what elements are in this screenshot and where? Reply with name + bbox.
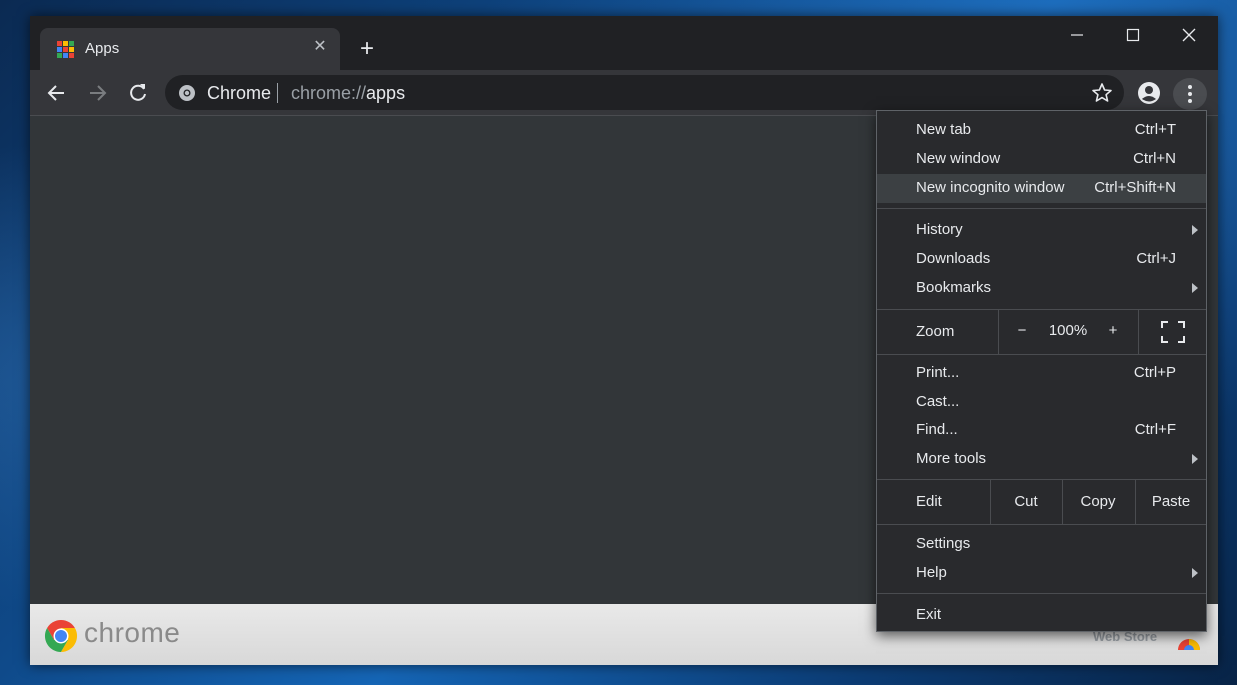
close-icon [1182, 28, 1196, 42]
edit-label: Edit [916, 493, 942, 510]
cut-button[interactable]: Cut [990, 493, 1062, 510]
toolbar: Chrome chrome://apps [30, 70, 1218, 115]
maximize-icon [1126, 28, 1140, 42]
menu-item-shortcut: Ctrl+Shift+N [1094, 179, 1176, 196]
menu-item-new-tab[interactable]: New tab Ctrl+T [877, 116, 1206, 145]
copy-button[interactable]: Copy [1062, 493, 1134, 510]
menu-item-history[interactable]: History [877, 216, 1206, 245]
menu-item-help[interactable]: Help [877, 559, 1206, 588]
paste-button[interactable]: Paste [1135, 493, 1207, 510]
menu-divider [877, 524, 1206, 525]
tab-title: Apps [85, 40, 120, 57]
tab-apps[interactable]: Apps ✕ [40, 28, 340, 70]
reload-button[interactable] [123, 78, 153, 108]
menu-item-label: Downloads [916, 250, 991, 267]
chrome-main-menu: New tab Ctrl+T New window Ctrl+N New inc… [876, 110, 1207, 632]
menu-item-label: Find... [916, 421, 958, 438]
minimize-button[interactable] [1057, 22, 1097, 48]
close-tab-icon[interactable]: ✕ [310, 37, 330, 57]
menu-item-label: New window [916, 150, 1001, 167]
fullscreen-icon[interactable] [1160, 320, 1186, 344]
menu-item-label: More tools [916, 450, 987, 467]
menu-divider [877, 593, 1206, 594]
menu-item-bookmarks[interactable]: Bookmarks [877, 274, 1206, 303]
apps-grid-icon [57, 41, 74, 58]
zoom-divider [1138, 310, 1139, 354]
zoom-out-button[interactable]: − [1014, 322, 1030, 339]
kebab-menu-icon [1188, 85, 1192, 103]
bookmark-star-button[interactable] [1091, 82, 1113, 104]
menu-item-label: New incognito window [916, 179, 1065, 196]
main-menu-button[interactable] [1173, 78, 1207, 110]
menu-item-shortcut: Ctrl+N [1133, 150, 1176, 167]
submenu-arrow-icon [1192, 454, 1198, 464]
chrome-icon [179, 85, 195, 101]
menu-divider [877, 354, 1206, 355]
menu-item-more-tools[interactable]: More tools [877, 445, 1206, 474]
menu-item-label: Exit [916, 606, 942, 623]
menu-divider [877, 208, 1206, 209]
profile-button[interactable] [1137, 81, 1161, 105]
menu-item-shortcut: Ctrl+T [1134, 121, 1176, 138]
menu-edit-row: Edit Cut Copy Paste [877, 480, 1206, 524]
submenu-arrow-icon [1192, 568, 1198, 578]
url-scheme: chrome:// [291, 83, 367, 103]
zoom-label: Zoom [916, 323, 955, 340]
menu-item-label: History [916, 221, 963, 238]
omnibox-origin: Chrome [207, 83, 272, 103]
menu-item-shortcut: Ctrl+P [1133, 364, 1176, 381]
arrow-left-icon [47, 85, 64, 101]
menu-item-shortcut: Ctrl+F [1134, 421, 1176, 438]
menu-item-label: Settings [916, 535, 971, 552]
reload-icon [130, 84, 146, 101]
menu-item-label: Print... [916, 364, 960, 381]
menu-item-new-window[interactable]: New window Ctrl+N [877, 145, 1206, 174]
zoom-in-button[interactable]: + [1105, 322, 1121, 339]
menu-item-label: Bookmarks [916, 279, 992, 296]
menu-item-exit[interactable]: Exit [877, 601, 1206, 630]
account-circle-icon [1138, 82, 1160, 104]
omnibox-url: chrome://apps [291, 83, 405, 104]
minimize-icon [1071, 34, 1083, 36]
menu-item-find[interactable]: Find... Ctrl+F [877, 416, 1206, 445]
menu-item-label: Cast... [916, 393, 960, 410]
menu-item-downloads[interactable]: Downloads Ctrl+J [877, 245, 1206, 274]
web-store-icon[interactable] [1176, 632, 1202, 650]
menu-item-settings[interactable]: Settings [877, 530, 1206, 559]
address-bar[interactable]: Chrome chrome://apps [165, 75, 1124, 110]
submenu-arrow-icon [1192, 225, 1198, 235]
arrow-right-icon [90, 85, 107, 101]
star-icon [1092, 83, 1112, 102]
menu-item-new-incognito-window[interactable]: New incognito window Ctrl+Shift+N [877, 174, 1206, 203]
menu-item-print[interactable]: Print... Ctrl+P [877, 359, 1206, 388]
submenu-arrow-icon [1192, 283, 1198, 293]
new-tab-button[interactable]: + [353, 35, 381, 63]
close-window-button[interactable] [1169, 22, 1209, 48]
url-host: apps [366, 83, 406, 103]
menu-item-label: New tab [916, 121, 972, 138]
chrome-logo-icon [44, 619, 78, 653]
omnibox-divider [277, 83, 278, 103]
title-bar: Apps ✕ + [30, 16, 1218, 70]
zoom-level: 100% [1048, 322, 1088, 339]
back-button[interactable] [42, 78, 72, 108]
menu-item-cast[interactable]: Cast... [877, 388, 1206, 417]
menu-item-label: Help [916, 564, 947, 581]
zoom-divider [998, 310, 999, 354]
menu-item-shortcut: Ctrl+J [1136, 250, 1176, 267]
menu-zoom-row: Zoom − 100% + [877, 310, 1206, 354]
forward-button[interactable] [82, 78, 112, 108]
chrome-wordmark: chrome [84, 617, 181, 648]
maximize-button[interactable] [1113, 22, 1153, 48]
